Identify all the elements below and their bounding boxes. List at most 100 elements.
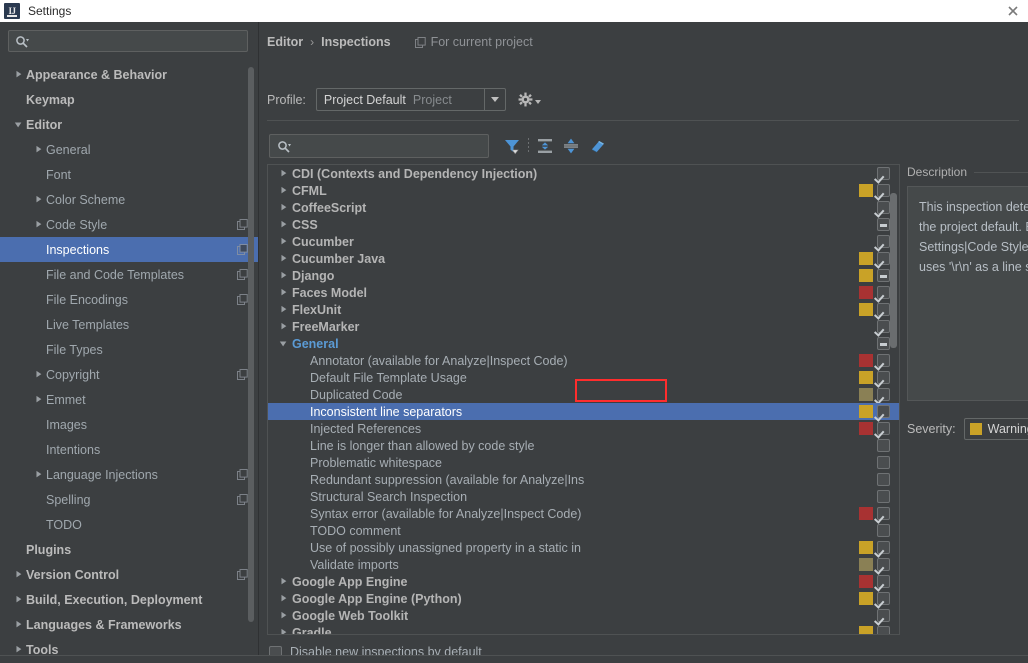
- inspection-enabled-checkbox[interactable]: [877, 609, 890, 622]
- chevron-right-icon[interactable]: [30, 220, 46, 229]
- settings-category-tree[interactable]: Appearance & Behavior Keymap Editor General…: [0, 62, 258, 663]
- inspection-row-use-of-possibly-unassigned-property-in-a[interactable]: Use of possibly unassigned property in a…: [268, 539, 899, 556]
- sidebar-item-build-execution-deployment[interactable]: Build, Execution, Deployment: [0, 587, 258, 612]
- chevron-right-icon[interactable]: [30, 145, 46, 154]
- sidebar-item-general[interactable]: General: [0, 137, 258, 162]
- chevron-right-icon[interactable]: [10, 595, 26, 604]
- inspection-enabled-checkbox[interactable]: [877, 456, 890, 469]
- sidebar-item-file-and-code-templates[interactable]: File and Code Templates: [0, 262, 258, 287]
- inspection-enabled-checkbox[interactable]: [877, 422, 890, 435]
- profile-combobox[interactable]: Project Default Project: [315, 88, 506, 111]
- inspection-row-general[interactable]: General: [268, 335, 899, 352]
- profile-settings-button[interactable]: [518, 92, 541, 107]
- inspection-row-faces-model[interactable]: Faces Model: [268, 284, 899, 301]
- inspection-row-flexunit[interactable]: FlexUnit: [268, 301, 899, 318]
- inspection-enabled-checkbox[interactable]: [877, 473, 890, 486]
- sidebar-item-version-control[interactable]: Version Control: [0, 562, 258, 587]
- inspection-row-todo-comment[interactable]: TODO comment: [268, 522, 899, 539]
- sidebar-item-appearance-behavior[interactable]: Appearance & Behavior: [0, 62, 258, 87]
- inspection-row-django[interactable]: Django: [268, 267, 899, 284]
- chevron-right-icon[interactable]: [274, 271, 292, 280]
- chevron-right-icon[interactable]: [274, 305, 292, 314]
- chevron-right-icon[interactable]: [10, 70, 26, 79]
- chevron-right-icon[interactable]: [30, 370, 46, 379]
- close-icon[interactable]: [1006, 4, 1020, 18]
- sidebar-item-keymap[interactable]: Keymap: [0, 87, 258, 112]
- chevron-right-icon[interactable]: [30, 470, 46, 479]
- inspection-row-injected-references[interactable]: Injected References: [268, 420, 899, 437]
- chevron-right-icon[interactable]: [10, 645, 26, 654]
- chevron-right-icon[interactable]: [274, 611, 292, 620]
- inspection-enabled-checkbox[interactable]: [877, 371, 890, 384]
- chevron-right-icon[interactable]: [274, 594, 292, 603]
- inspection-row-default-file-template-usage[interactable]: Default File Template Usage: [268, 369, 899, 386]
- chevron-down-icon[interactable]: [10, 120, 26, 129]
- sidebar-item-images[interactable]: Images: [0, 412, 258, 437]
- inspection-search-input[interactable]: [269, 134, 489, 158]
- chevron-right-icon[interactable]: [274, 288, 292, 297]
- sidebar-item-language-injections[interactable]: Language Injections: [0, 462, 258, 487]
- inspection-row-duplicated-code[interactable]: Duplicated Code: [268, 386, 899, 403]
- inspection-row-inconsistent-line-separators[interactable]: Inconsistent line separators: [268, 403, 899, 420]
- inspection-enabled-checkbox[interactable]: [877, 269, 890, 282]
- sidebar-item-languages-frameworks[interactable]: Languages & Frameworks: [0, 612, 258, 637]
- inspection-row-google-app-engine[interactable]: Google App Engine: [268, 573, 899, 590]
- chevron-right-icon[interactable]: [274, 220, 292, 229]
- inspection-row-validate-imports[interactable]: Validate imports: [268, 556, 899, 573]
- inspection-row-google-app-engine-python[interactable]: Google App Engine (Python): [268, 590, 899, 607]
- sidebar-item-spelling[interactable]: Spelling: [0, 487, 258, 512]
- inspection-enabled-checkbox[interactable]: [877, 235, 890, 248]
- inspection-row-structural-search-inspection[interactable]: Structural Search Inspection: [268, 488, 899, 505]
- chevron-down-icon[interactable]: [483, 89, 505, 110]
- chevron-right-icon[interactable]: [274, 322, 292, 331]
- sidebar-item-live-templates[interactable]: Live Templates: [0, 312, 258, 337]
- sidebar-item-inspections[interactable]: Inspections: [0, 237, 258, 262]
- sidebar-item-code-style[interactable]: Code Style: [0, 212, 258, 237]
- sidebar-item-intentions[interactable]: Intentions: [0, 437, 258, 462]
- sidebar-item-editor[interactable]: Editor: [0, 112, 258, 137]
- filter-icon[interactable]: [499, 134, 525, 158]
- inspection-row-cucumber-java[interactable]: Cucumber Java: [268, 250, 899, 267]
- sidebar-item-copyright[interactable]: Copyright: [0, 362, 258, 387]
- inspection-enabled-checkbox[interactable]: [877, 303, 890, 316]
- inspection-enabled-checkbox[interactable]: [877, 575, 890, 588]
- settings-search-box[interactable]: [8, 30, 248, 52]
- sidebar-item-file-types[interactable]: File Types: [0, 337, 258, 362]
- sidebar-item-todo[interactable]: TODO: [0, 512, 258, 537]
- inspection-row-cfml[interactable]: CFML: [268, 182, 899, 199]
- inspection-row-problematic-whitespace[interactable]: Problematic whitespace: [268, 454, 899, 471]
- inspection-row-css[interactable]: CSS: [268, 216, 899, 233]
- inspection-enabled-checkbox[interactable]: [877, 626, 890, 634]
- severity-combobox[interactable]: Warning: [963, 418, 1028, 440]
- inspection-enabled-checkbox[interactable]: [877, 490, 890, 503]
- sidebar-item-color-scheme[interactable]: Color Scheme: [0, 187, 258, 212]
- inspection-enabled-checkbox[interactable]: [877, 286, 890, 299]
- inspection-row-redundant-suppression-available-for-anal[interactable]: Redundant suppression (available for Ana…: [268, 471, 899, 488]
- inspection-enabled-checkbox[interactable]: [877, 558, 890, 571]
- inspection-row-syntax-error-available-for-analyze-inspe[interactable]: Syntax error (available for Analyze|Insp…: [268, 505, 899, 522]
- chevron-right-icon[interactable]: [274, 203, 292, 212]
- description-resize-handle[interactable]: [907, 396, 1028, 404]
- sidebar-item-font[interactable]: Font: [0, 162, 258, 187]
- inspection-enabled-checkbox[interactable]: [877, 320, 890, 333]
- inspection-enabled-checkbox[interactable]: [877, 507, 890, 520]
- inspection-tree[interactable]: CDI (Contexts and Dependency Injection) C…: [267, 164, 900, 635]
- inspection-enabled-checkbox[interactable]: [877, 524, 890, 537]
- chevron-down-icon[interactable]: [274, 339, 292, 348]
- inspection-row-gradle[interactable]: Gradle: [268, 624, 899, 634]
- inspection-enabled-checkbox[interactable]: [877, 388, 890, 401]
- expand-all-icon[interactable]: [532, 134, 558, 158]
- inspection-row-coffeescript[interactable]: CoffeeScript: [268, 199, 899, 216]
- chevron-right-icon[interactable]: [30, 195, 46, 204]
- inspection-enabled-checkbox[interactable]: [877, 218, 890, 231]
- breadcrumb-parent[interactable]: Editor: [267, 35, 303, 49]
- inspection-enabled-checkbox[interactable]: [877, 354, 890, 367]
- chevron-right-icon[interactable]: [10, 620, 26, 629]
- inspection-tree-scrollbar[interactable]: [890, 193, 897, 348]
- chevron-right-icon[interactable]: [274, 628, 292, 634]
- collapse-all-icon[interactable]: [558, 134, 584, 158]
- inspection-row-annotator-available-for-analyze-inspect-[interactable]: Annotator (available for Analyze|Inspect…: [268, 352, 899, 369]
- inspection-enabled-checkbox[interactable]: [877, 201, 890, 214]
- chevron-right-icon[interactable]: [274, 254, 292, 263]
- inspection-enabled-checkbox[interactable]: [877, 252, 890, 265]
